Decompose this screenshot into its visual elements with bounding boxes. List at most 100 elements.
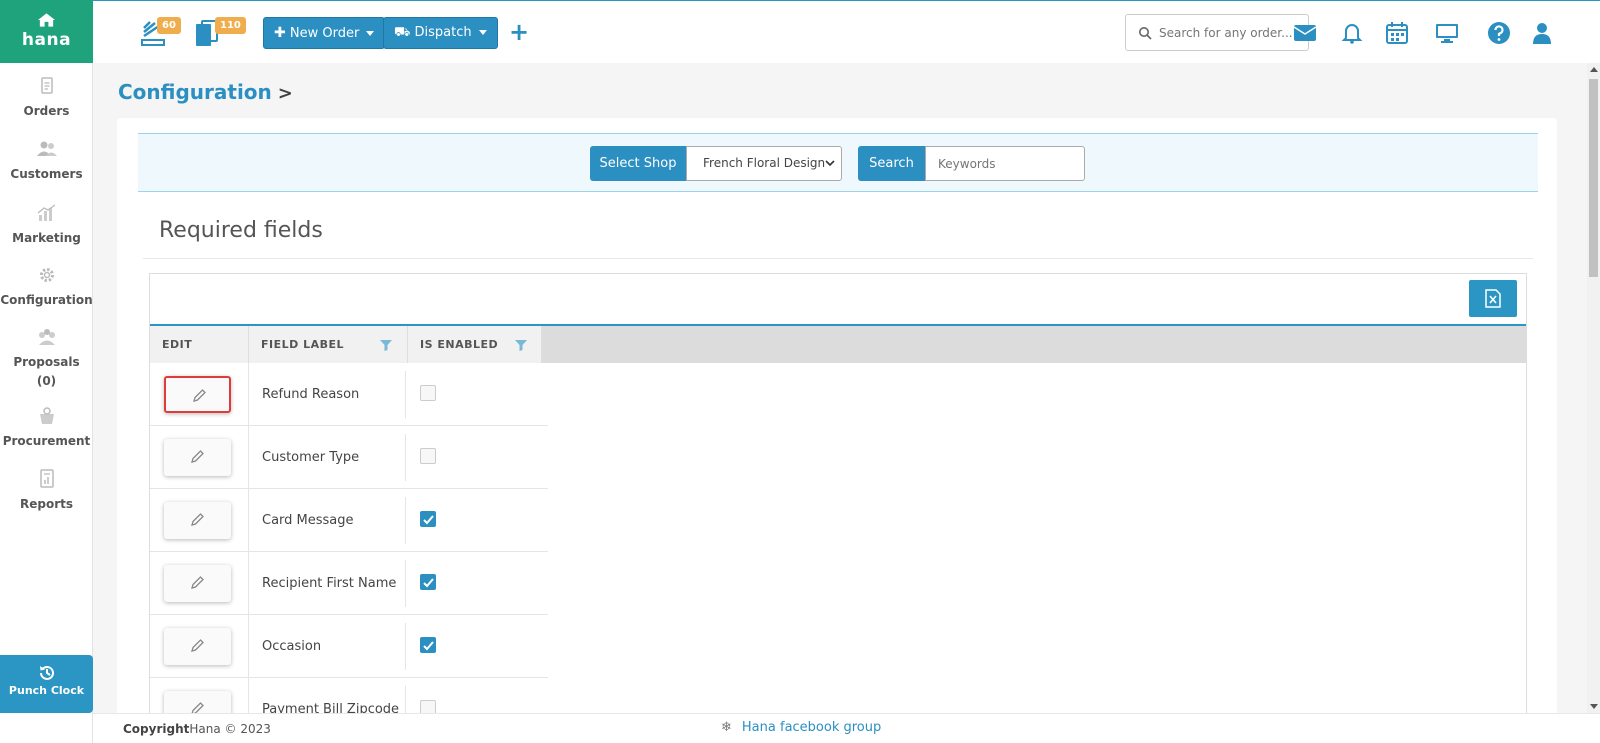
punch-clock-button[interactable]: Punch Clock xyxy=(0,655,93,713)
field-label: Refund Reason xyxy=(262,387,360,402)
proposals-count: (0) xyxy=(36,374,57,388)
caret-down-icon xyxy=(478,30,487,35)
gear-icon xyxy=(36,265,58,285)
user-icon[interactable] xyxy=(1530,21,1554,45)
tasks-badge: 110 xyxy=(215,17,246,34)
help-icon[interactable] xyxy=(1487,21,1511,45)
required-fields-grid: EDIT FIELD LABEL IS ENABLED Refund Reaso… xyxy=(149,273,1527,743)
breadcrumb-configuration[interactable]: Configuration xyxy=(118,80,272,104)
sidebar-item-configuration[interactable]: Configuration xyxy=(0,265,93,310)
edit-button[interactable] xyxy=(164,502,231,539)
grid-header: EDIT FIELD LABEL IS ENABLED xyxy=(150,324,1526,363)
order-search-input[interactable] xyxy=(1159,23,1304,43)
punch-clock-label: Punch Clock xyxy=(8,684,85,697)
scroll-down-arrow[interactable] xyxy=(1590,704,1598,709)
enabled-checkbox[interactable] xyxy=(420,637,436,653)
sidebar-item-proposals[interactable]: Proposals (0) xyxy=(0,327,93,391)
order-search[interactable] xyxy=(1125,14,1309,51)
enabled-checkbox[interactable] xyxy=(420,448,436,464)
chevron-down-icon xyxy=(825,160,835,167)
column-header-is-enabled[interactable]: IS ENABLED xyxy=(408,326,542,363)
cell-divider xyxy=(248,489,249,552)
page-scrollbar[interactable] xyxy=(1587,63,1600,713)
snowflake-icon: ❄ xyxy=(721,720,732,735)
export-excel-button[interactable] xyxy=(1469,280,1517,317)
monitor-icon[interactable] xyxy=(1435,21,1459,45)
sidebar-item-label: Reports xyxy=(19,497,73,511)
enabled-checkbox[interactable] xyxy=(420,574,436,590)
sidebar-item-marketing[interactable]: Marketing xyxy=(0,203,93,248)
sidebar-item-orders[interactable]: Orders xyxy=(0,76,93,121)
brand-name: hana xyxy=(21,30,72,50)
plus-icon: ✚ xyxy=(274,25,286,41)
cell-divider xyxy=(405,497,406,544)
facebook-link[interactable]: ❄ Hana facebook group xyxy=(721,720,881,735)
table-row: Occasion xyxy=(150,615,548,678)
edit-button[interactable] xyxy=(164,376,231,413)
search-icon xyxy=(1139,27,1152,40)
scroll-thumb[interactable] xyxy=(1589,79,1598,277)
enabled-checkbox[interactable] xyxy=(420,385,436,401)
calendar-icon[interactable] xyxy=(1385,21,1409,45)
edit-button[interactable] xyxy=(164,628,231,665)
pencil-icon xyxy=(191,450,204,463)
filter-icon[interactable] xyxy=(514,338,528,352)
table-row: Refund Reason xyxy=(150,363,548,426)
copyright: CopyrightHana © 2023 xyxy=(123,722,271,736)
sidebar-item-customers[interactable]: Customers xyxy=(0,139,93,184)
keywords-input[interactable] xyxy=(925,146,1085,181)
check-icon xyxy=(423,515,434,525)
logo[interactable]: hana xyxy=(0,0,93,63)
sidebar-item-label: Proposals xyxy=(13,355,80,369)
table-row: Card Message xyxy=(150,489,548,552)
topbar: 60 110 ✚ New Order ⛟ Dispatch + xyxy=(93,0,1600,63)
filter-icon[interactable] xyxy=(379,338,393,352)
search-button[interactable]: Search xyxy=(858,146,925,181)
pencil-icon xyxy=(193,389,206,402)
cell-divider xyxy=(405,434,406,481)
cell-divider xyxy=(248,426,249,489)
shop-select-value: French Floral Design xyxy=(703,156,826,170)
sidebar-item-procurement[interactable]: Procurement xyxy=(0,406,93,451)
home-icon xyxy=(37,13,56,27)
sidebar-item-reports[interactable]: Reports xyxy=(0,469,93,514)
sidebar-item-label: Marketing xyxy=(12,231,81,245)
sidebar-item-label: Customers xyxy=(10,167,83,181)
field-label: Customer Type xyxy=(262,450,360,465)
users-icon xyxy=(36,139,58,159)
new-order-button[interactable]: ✚ New Order xyxy=(263,17,386,49)
sidebar: hana Orders Customers Marketing Configur… xyxy=(0,0,93,743)
edit-button[interactable] xyxy=(164,439,231,476)
procurement-icon xyxy=(36,406,58,426)
field-label: Recipient First Name xyxy=(262,576,397,591)
dispatch-button[interactable]: ⛟ Dispatch xyxy=(383,17,498,49)
filter-bar: Select Shop French Floral Design Search xyxy=(138,133,1538,192)
scroll-up-arrow[interactable] xyxy=(1590,67,1598,72)
table-row: Recipient First Name xyxy=(150,552,548,615)
column-header-field-label[interactable]: FIELD LABEL xyxy=(249,326,408,363)
breadcrumb: Configuration > xyxy=(118,80,293,104)
field-label: Occasion xyxy=(262,639,322,654)
pencil-icon xyxy=(191,513,204,526)
history-icon xyxy=(39,665,54,680)
column-header-edit: EDIT xyxy=(150,326,249,363)
shop-select[interactable]: French Floral Design xyxy=(686,146,842,181)
divider xyxy=(143,258,1533,259)
excel-icon xyxy=(1485,289,1501,308)
cell-divider xyxy=(405,623,406,670)
select-shop-label: Select Shop xyxy=(590,146,686,181)
cell-divider xyxy=(248,552,249,615)
enabled-checkbox[interactable] xyxy=(420,511,436,527)
cell-divider xyxy=(248,363,249,426)
bell-icon[interactable] xyxy=(1340,21,1364,45)
sidebar-item-label: Orders xyxy=(23,104,70,118)
footer: CopyrightHana © 2023 ❄ Hana facebook grou… xyxy=(93,713,1600,743)
add-button[interactable]: + xyxy=(509,18,529,46)
field-label: Card Message xyxy=(262,513,354,528)
mail-icon[interactable] xyxy=(1293,21,1317,45)
check-icon xyxy=(423,641,434,651)
table-row: Customer Type xyxy=(150,426,548,489)
pencil-icon xyxy=(191,639,204,652)
edit-button[interactable] xyxy=(164,565,231,602)
clipboard-icon xyxy=(36,76,58,96)
